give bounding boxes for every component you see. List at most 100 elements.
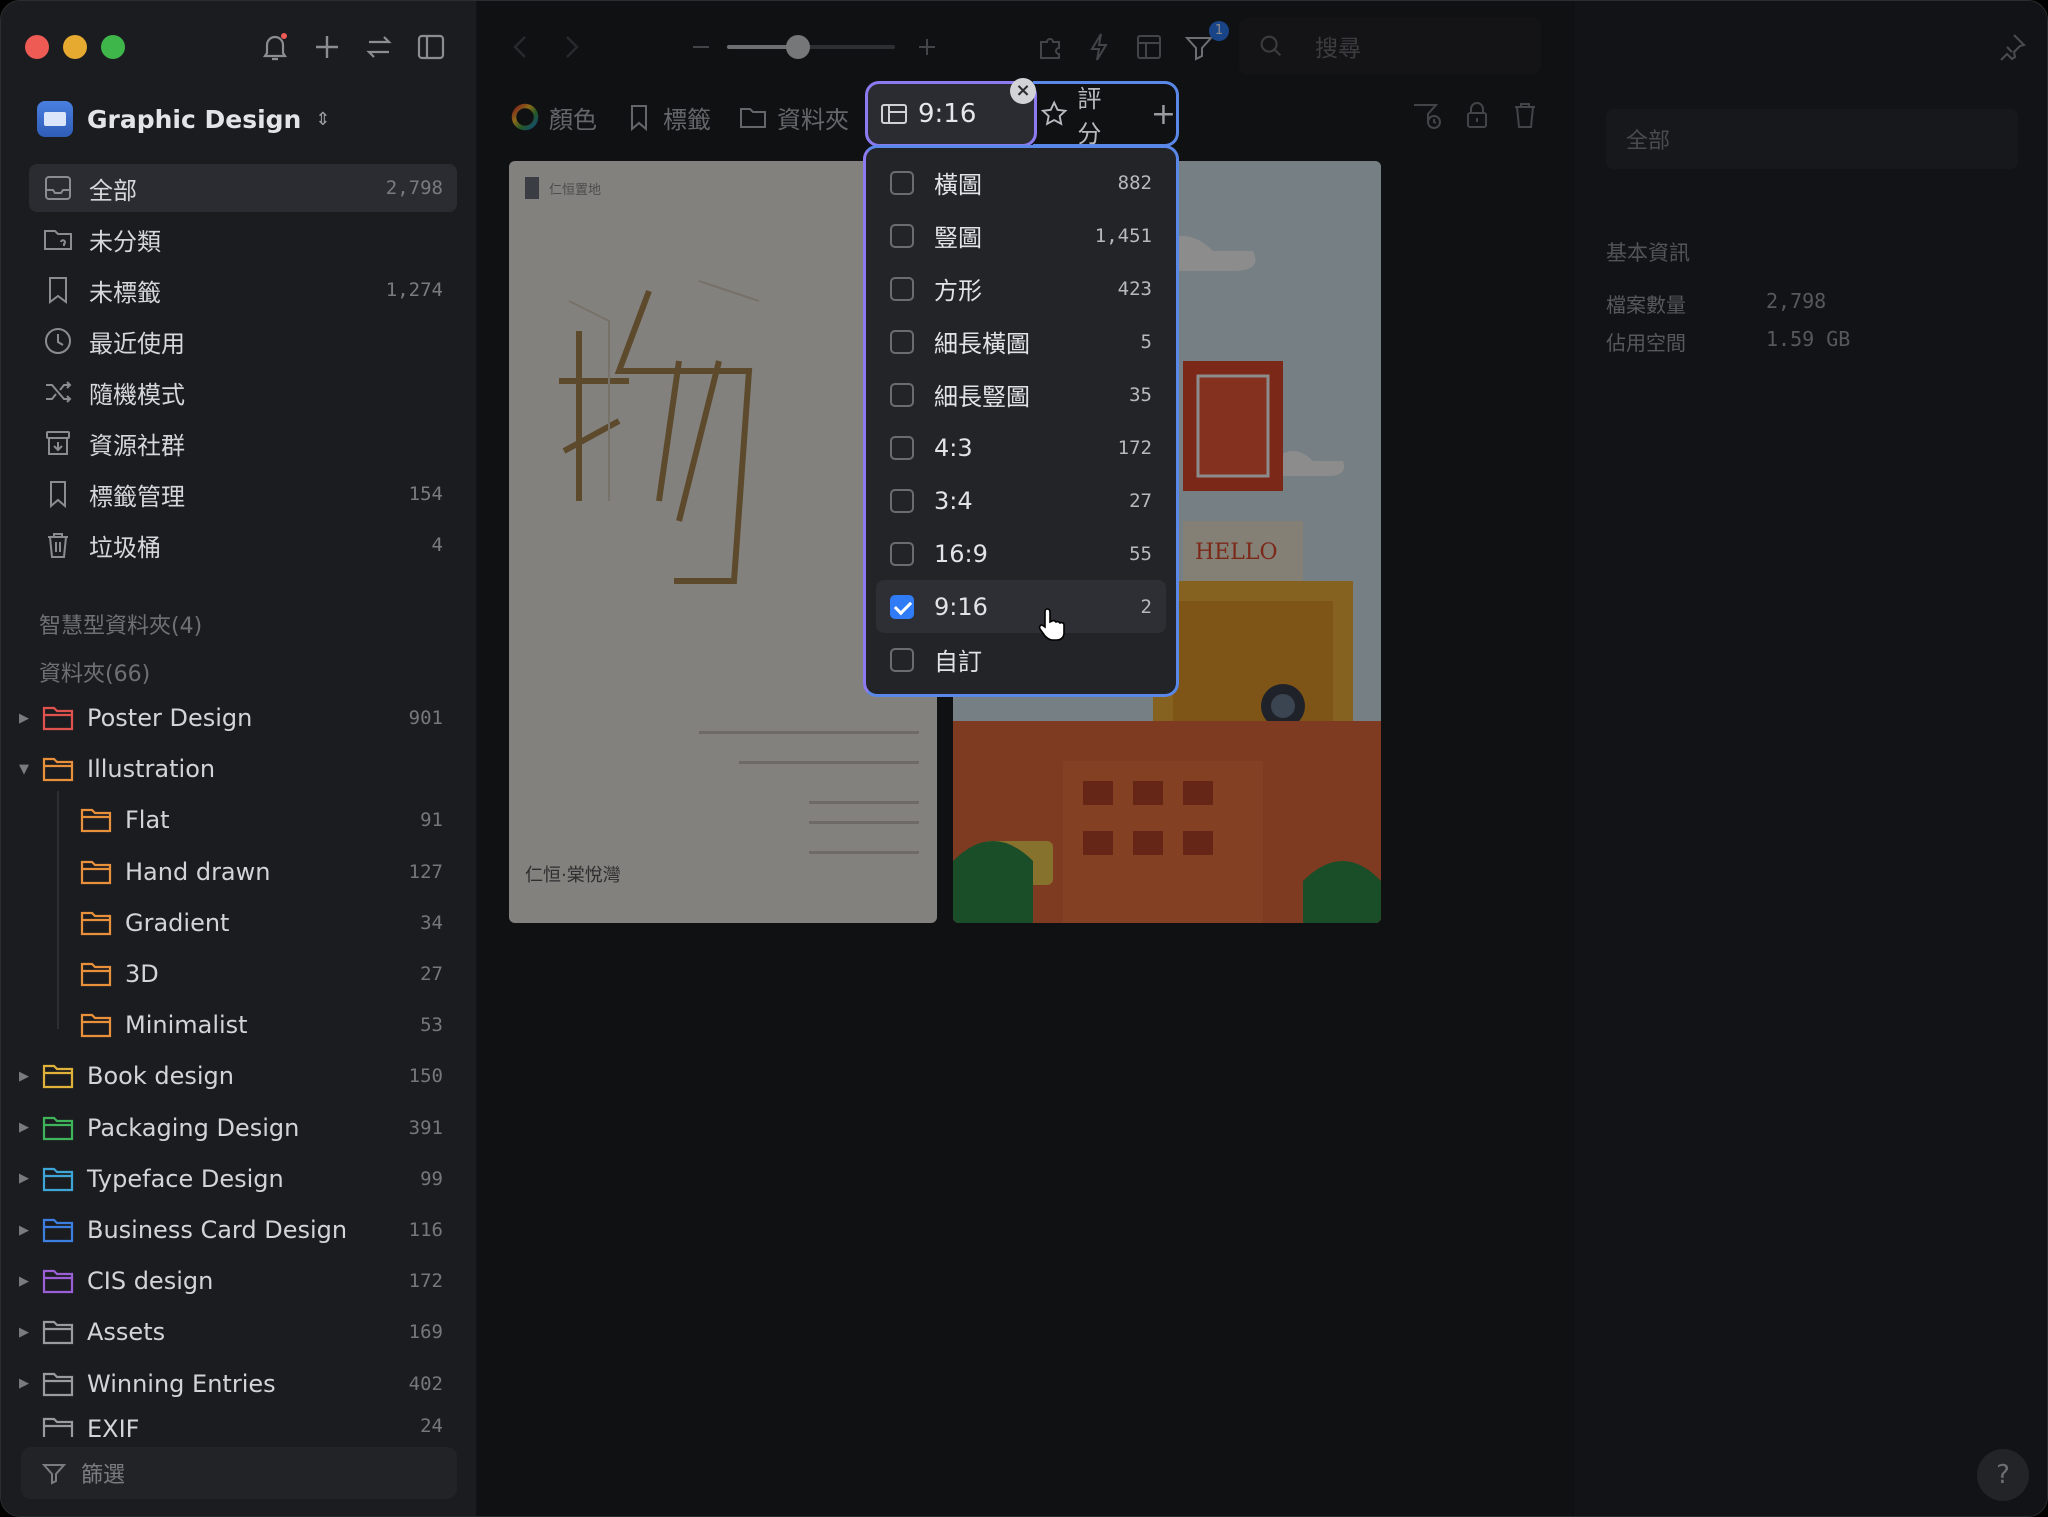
library-switcher[interactable]: Graphic Design ⇕	[37, 97, 330, 141]
sidebar: Graphic Design ⇕ 全部 2,798 未分類 未標籤 1,274 …	[1, 1, 477, 1516]
aspect-option[interactable]: 豎圖 1,451	[876, 209, 1166, 262]
folder-label: Minimalist	[125, 1011, 248, 1040]
disclosure-arrow-icon[interactable]: ▶	[19, 1120, 29, 1135]
maximize-window-button[interactable]	[101, 35, 125, 59]
inspector-dim-overlay	[1573, 1, 2047, 1516]
folder-item[interactable]: ▶EXIF24	[41, 1411, 457, 1437]
aspect-option[interactable]: 自訂	[876, 633, 1166, 686]
help-button[interactable]: ?	[1977, 1449, 2029, 1501]
folder-count: 150	[408, 1065, 443, 1088]
filter-chip-rating[interactable]: 評分 +	[1033, 81, 1179, 148]
disclosure-arrow-icon[interactable]: ▶	[19, 1376, 29, 1391]
folder-item[interactable]: Gradient 34	[79, 899, 457, 947]
folder-item[interactable]: 3D 27	[79, 950, 457, 998]
folders-header[interactable]: 資料夾(66)	[39, 656, 150, 688]
disclosure-arrow-icon[interactable]: ▼	[19, 762, 29, 777]
folder-item[interactable]: Hand drawn 127	[79, 848, 457, 896]
disclosure-arrow-icon[interactable]: ▶	[19, 1069, 29, 1084]
folder-count: 27	[420, 963, 443, 985]
plus-icon[interactable]	[309, 29, 345, 65]
aspect-option[interactable]: 3:4 27	[876, 474, 1166, 527]
checkbox[interactable]	[890, 435, 914, 460]
nav-label: 未標籤	[89, 278, 161, 307]
folder-count: 127	[408, 860, 443, 883]
disclosure-arrow-icon[interactable]: ▶	[19, 1325, 29, 1340]
add-filter-button[interactable]: +	[1151, 97, 1176, 132]
option-label: 3:4	[934, 486, 973, 515]
folder-count: 116	[408, 1219, 443, 1241]
folder-label: Packaging Design	[87, 1113, 300, 1142]
folder-icon	[41, 1216, 75, 1244]
aspect-option[interactable]: 9:16 2	[876, 580, 1166, 633]
folder-count: 24	[420, 1414, 443, 1437]
folder-item[interactable]: ▶ CIS design 172	[19, 1257, 457, 1305]
nav-item-random[interactable]: 隨機模式	[29, 368, 457, 416]
option-label: 方形	[934, 277, 982, 305]
checkbox[interactable]	[890, 594, 914, 619]
aspect-option[interactable]: 細長豎圖 35	[876, 368, 1166, 421]
folder-filter-input[interactable]: 篩選	[21, 1447, 457, 1499]
checkbox[interactable]	[890, 541, 914, 566]
aspect-option[interactable]: 4:3 172	[876, 421, 1166, 474]
nav-item-uncategorized[interactable]: 未分類	[29, 215, 457, 263]
nav-item-community[interactable]: 資源社群	[29, 419, 457, 467]
filter-chip-aspect-ratio[interactable]: 9:16 ×	[865, 78, 1037, 147]
option-count: 27	[1129, 489, 1152, 512]
nav-count: 2,798	[385, 177, 443, 199]
aspect-ratio-icon	[881, 104, 907, 124]
smart-folders-header[interactable]: 智慧型資料夾(4)	[39, 608, 202, 640]
sidebar-toggle-icon[interactable]	[413, 29, 449, 65]
nav-item-all[interactable]: 全部 2,798	[29, 164, 457, 212]
folder-item[interactable]: ▶ Typeface Design 99	[19, 1155, 457, 1203]
aspect-ratio-dropdown: 橫圖 882 豎圖 1,451 方形 423 細長橫圖 5 細長豎圖 35 4:3 172 3:4 27 1…	[863, 145, 1179, 697]
nav-label: 標籤管理	[89, 482, 185, 511]
tree-guide-line	[57, 791, 59, 1029]
folder-label: Book design	[87, 1062, 234, 1091]
folder-item[interactable]: ▼ Illustration	[19, 745, 457, 793]
swap-icon[interactable]	[361, 29, 397, 65]
checkbox[interactable]	[890, 382, 914, 407]
folder-icon	[41, 1165, 75, 1193]
nav-item-untagged[interactable]: 未標籤 1,274	[29, 266, 457, 314]
option-count: 35	[1129, 383, 1152, 406]
disclosure-arrow-icon[interactable]: ▶	[19, 711, 29, 726]
aspect-option[interactable]: 16:9 55	[876, 527, 1166, 580]
close-window-button[interactable]	[25, 35, 49, 59]
folder-count: 402	[408, 1372, 443, 1395]
nav-item-recent[interactable]: 最近使用	[29, 317, 457, 365]
filter-icon	[41, 1464, 67, 1485]
aspect-option[interactable]: 細長橫圖 5	[876, 315, 1166, 368]
disclosure-arrow-icon[interactable]: ▶	[19, 1171, 29, 1186]
checkbox[interactable]	[890, 329, 914, 354]
checkbox[interactable]	[890, 170, 914, 195]
folder-item[interactable]: ▶ Poster Design 901	[19, 694, 457, 742]
trash-icon	[41, 528, 75, 562]
checkbox[interactable]	[890, 223, 914, 248]
folder-item[interactable]: ▶ Assets 169	[19, 1308, 457, 1356]
minimize-window-button[interactable]	[63, 35, 87, 59]
folder-label: Assets	[87, 1318, 166, 1347]
nav-count: 4	[431, 534, 443, 556]
disclosure-arrow-icon[interactable]: ▶	[19, 1223, 29, 1238]
chevron-updown-icon: ⇕	[315, 108, 331, 130]
folder-count: 34	[420, 911, 443, 934]
bell-icon[interactable]	[257, 29, 293, 65]
folder-item[interactable]: ▶ Packaging Design 391	[19, 1104, 457, 1152]
checkbox[interactable]	[890, 647, 914, 672]
folder-item[interactable]: ▶ Book design 150	[19, 1052, 457, 1100]
aspect-option[interactable]: 橫圖 882	[876, 156, 1166, 209]
folder-item[interactable]: Minimalist 53	[79, 1001, 457, 1049]
checkbox[interactable]	[890, 488, 914, 513]
folder-icon	[79, 960, 113, 988]
checkbox[interactable]	[890, 276, 914, 301]
aspect-option[interactable]: 方形 423	[876, 262, 1166, 315]
folder-item[interactable]: Flat 91	[79, 796, 457, 844]
nav-item-trash[interactable]: 垃圾桶 4	[29, 521, 457, 569]
folder-item[interactable]: ▶ Winning Entries 402	[19, 1360, 457, 1408]
folder-count: 901	[408, 707, 443, 729]
nav-item-tag-management[interactable]: 標籤管理 154	[29, 470, 457, 518]
disclosure-arrow-icon[interactable]: ▶	[19, 1274, 29, 1289]
folder-item[interactable]: ▶ Business Card Design 116	[19, 1206, 457, 1254]
folder-icon	[41, 1370, 75, 1398]
nav-label: 全部	[89, 176, 137, 205]
